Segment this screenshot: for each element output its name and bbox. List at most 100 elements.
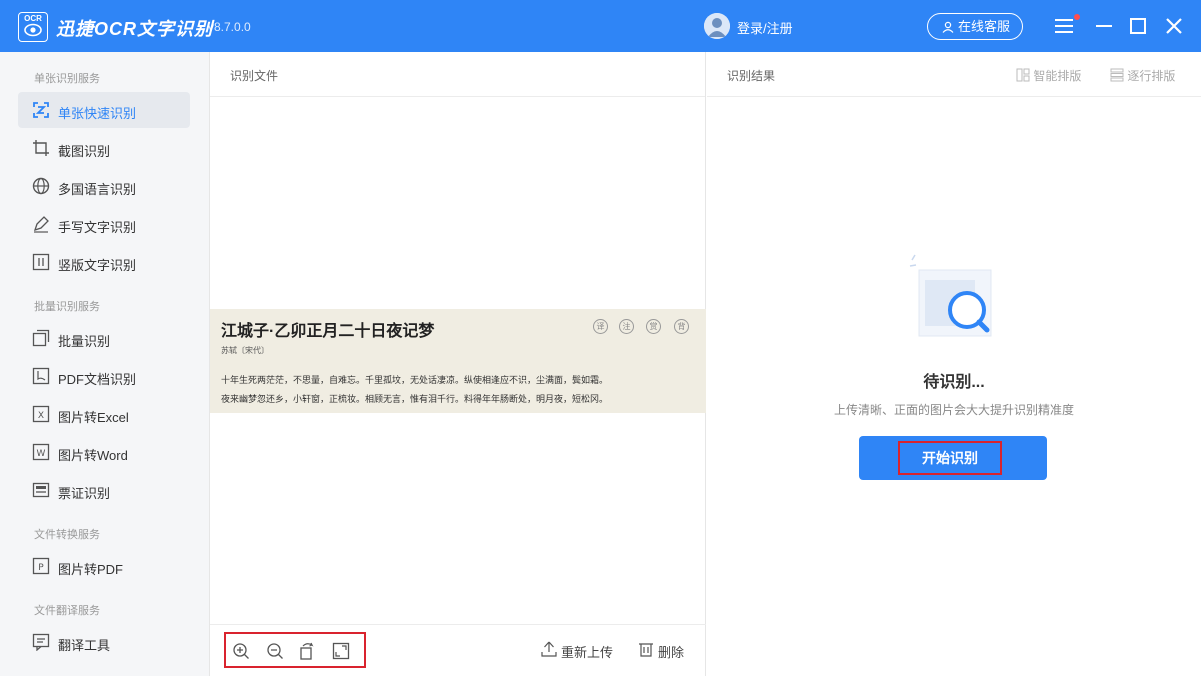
pdf-icon [32, 367, 50, 385]
stamp-notes: 注 [619, 319, 634, 334]
minimize-icon[interactable] [1092, 14, 1116, 38]
layout-icon [1016, 68, 1030, 82]
fit-screen-icon[interactable] [332, 642, 350, 660]
globe-icon [32, 177, 50, 195]
title-bar: OCR 迅捷OCR文字识别 v8.7.0.0 登录/注册 在线客服 [0, 0, 1201, 52]
section-title-translate: 文件翻译服务 [34, 605, 100, 617]
sidebar-item-label: 翻译工具 [58, 638, 111, 653]
pending-title: 待识别... [923, 374, 985, 391]
sidebar-item-multilingual[interactable]: 多国语言识别 [18, 168, 190, 204]
sidebar-item-certificate[interactable]: 票证识别 [18, 472, 190, 508]
eye-icon [24, 23, 42, 37]
app-name: 迅捷OCR文字识别 [56, 19, 213, 39]
quick-scan-icon [33, 102, 49, 118]
app-logo: OCR [18, 12, 48, 42]
reupload-button[interactable]: 重新上传 [541, 641, 614, 661]
line-layout-option[interactable]: 逐行排版 [1110, 67, 1175, 84]
pen-icon [33, 216, 49, 233]
smart-layout-option[interactable]: 智能排版 [1016, 67, 1081, 84]
maximize-icon[interactable] [1126, 14, 1150, 38]
vertical-text-icon [32, 253, 50, 271]
sidebar-item-vertical-text[interactable]: 竖版文字识别 [18, 244, 190, 280]
batch-icon [32, 329, 50, 347]
zoom-in-icon[interactable] [232, 642, 250, 660]
file-panel-footer: 重新上传 删除 [210, 624, 706, 676]
sidebar-item-screenshot[interactable]: 截图识别 [18, 130, 190, 166]
delete-label: 删除 [658, 645, 685, 660]
poem-line: 夜来幽梦忽还乡，小轩窗，正梳妆。相顾无言，惟有泪千行。料得年年肠断处，明月夜，短… [221, 394, 609, 404]
sidebar-item-label: 图片转PDF [58, 562, 124, 577]
file-panel: 识别文件 江城子·乙卯正月二十日夜记梦 译 注 赏 背 苏轼〔宋代〕 十年生死两… [210, 52, 706, 676]
section-title-single: 单张识别服务 [34, 73, 100, 85]
word-icon: W [32, 443, 50, 461]
stamp-appreciate: 赏 [646, 319, 661, 334]
sidebar-item-image-to-pdf[interactable]: P 图片转PDF [18, 548, 190, 584]
excel-icon: X [32, 405, 50, 423]
online-service-button[interactable]: 在线客服 [927, 13, 1023, 40]
result-panel: 识别结果 智能排版 逐行排版 待识别... 上传清晰、正面的图片会大大提升识别精… [707, 52, 1201, 676]
trash-icon [639, 643, 653, 657]
zoom-out-icon[interactable] [266, 642, 284, 660]
document-preview: 江城子·乙卯正月二十日夜记梦 译 注 赏 背 苏轼〔宋代〕 十年生死两茫茫，不思… [210, 309, 706, 413]
section-title-batch: 批量识别服务 [34, 301, 100, 313]
sidebar-item-excel[interactable]: X 图片转Excel [18, 396, 190, 432]
rotate-icon[interactable] [298, 642, 316, 660]
menu-icon[interactable] [1052, 14, 1076, 38]
translate-icon [32, 633, 50, 651]
pending-description: 上传清晰、正面的图片会大大提升识别精准度 [833, 403, 1074, 417]
sidebar-item-pdf[interactable]: PDF文档识别 [18, 358, 190, 394]
upload-icon [541, 641, 557, 657]
sidebar-item-quick-recognition[interactable]: 单张快速识别 [18, 92, 190, 128]
login-register-link[interactable]: 登录/注册 [737, 18, 793, 37]
online-service-label: 在线客服 [958, 19, 1011, 34]
id-card-icon [32, 482, 50, 498]
svg-text:P: P [38, 563, 44, 573]
app-version: v8.7.0.0 [208, 20, 251, 34]
section-title-convert: 文件转换服务 [34, 529, 100, 541]
sidebar-item-translate[interactable]: 翻译工具 [18, 624, 190, 660]
close-icon[interactable] [1162, 14, 1186, 38]
stamp-recite: 背 [674, 319, 689, 334]
sidebar: 单张识别服务 单张快速识别 截图识别 多国语言识别 手写文字识别 竖版文字识别 … [0, 52, 210, 676]
app-window: OCR 迅捷OCR文字识别 v8.7.0.0 登录/注册 在线客服 单张识别服务… [0, 0, 1201, 676]
user-icon [704, 13, 730, 39]
result-panel-title: 识别结果 [727, 69, 776, 83]
poem-line: 十年生死两茫茫，不思量，自难忘。千里孤坟，无处话凄凉。纵使相逢应不识，尘满面，鬓… [221, 375, 609, 385]
poem-title: 江城子·乙卯正月二十日夜记梦 [221, 323, 435, 340]
sidebar-item-label: 多国语言识别 [58, 182, 137, 197]
result-panel-header: 识别结果 智能排版 逐行排版 [707, 52, 1201, 97]
sidebar-item-label: 单张快速识别 [58, 106, 137, 121]
image-tools-highlight [224, 632, 366, 668]
sidebar-item-word[interactable]: W 图片转Word [18, 434, 190, 470]
line-layout-label: 逐行排版 [1127, 69, 1176, 83]
sidebar-item-label: 竖版文字识别 [58, 258, 137, 273]
file-panel-title: 识别文件 [230, 69, 279, 83]
pdf-convert-icon: P [32, 557, 50, 575]
sidebar-item-label: 图片转Word [58, 448, 128, 463]
search-document-icon [909, 254, 992, 337]
person-icon [942, 21, 954, 33]
smart-layout-label: 智能排版 [1033, 69, 1082, 83]
sidebar-item-label: 手写文字识别 [58, 220, 137, 235]
svg-text:W: W [37, 449, 46, 459]
crop-icon [33, 140, 49, 156]
file-panel-header: 识别文件 [210, 52, 705, 97]
poem-author: 苏轼〔宋代〕 [221, 346, 269, 355]
sidebar-item-label: PDF文档识别 [58, 372, 137, 387]
sidebar-item-label: 图片转Excel [58, 410, 129, 425]
start-recognition-button[interactable]: 开始识别 [859, 436, 1047, 480]
logo-text: OCR [24, 14, 42, 23]
reupload-label: 重新上传 [561, 645, 614, 660]
sidebar-item-handwriting[interactable]: 手写文字识别 [18, 206, 190, 242]
user-avatar[interactable] [704, 13, 730, 39]
sidebar-item-batch[interactable]: 批量识别 [18, 320, 190, 356]
delete-button[interactable]: 删除 [639, 642, 685, 661]
sidebar-item-label: 票证识别 [58, 486, 111, 501]
lines-icon [1110, 68, 1124, 82]
sidebar-item-label: 批量识别 [58, 334, 111, 349]
sidebar-item-label: 截图识别 [58, 144, 111, 159]
start-recognition-label: 开始识别 [898, 441, 1002, 475]
svg-text:X: X [38, 411, 44, 421]
notification-dot [1074, 14, 1080, 20]
stamp-translate: 译 [593, 319, 608, 334]
